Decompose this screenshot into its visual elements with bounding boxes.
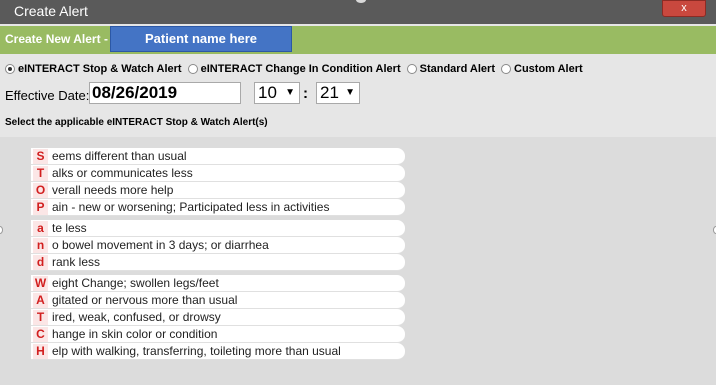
acronym-letter: T <box>33 165 48 181</box>
radio-label: eINTERACT Change In Condition Alert <box>200 63 401 75</box>
radio-unselected-icon[interactable] <box>501 64 511 74</box>
list-item[interactable]: d rank less <box>31 254 405 271</box>
list-item-text: te less <box>52 221 87 235</box>
acronym-letter: P <box>33 199 48 215</box>
patient-name-badge: Patient name here <box>110 26 292 52</box>
radio-label: eINTERACT Stop & Watch Alert <box>18 63 182 75</box>
list-item-text: ain - new or worsening; Participated les… <box>52 200 330 214</box>
window-title: Create Alert <box>14 3 88 19</box>
list-item-text: elp with walking, transferring, toiletin… <box>52 344 341 358</box>
close-button[interactable]: x <box>662 0 706 17</box>
list-item-text: eems different than usual <box>52 149 187 163</box>
radio-stop-and-watch[interactable]: eINTERACT Stop & Watch Alert <box>5 63 182 75</box>
chevron-down-icon: ▼ <box>285 87 295 98</box>
list-item[interactable]: Help with walking, transferring, toileti… <box>31 343 405 360</box>
list-item[interactable]: a te less <box>31 220 405 237</box>
minute-select[interactable]: 21 ▼ <box>316 82 360 104</box>
list-item-text: o bowel movement in 3 days; or diarrhea <box>52 238 269 252</box>
acronym-letter: O <box>33 182 48 198</box>
hour-select[interactable]: 10 ▼ <box>254 82 300 104</box>
list-item-text: alks or communicates less <box>52 166 193 180</box>
list-item[interactable]: Talks or communicates less <box>31 165 405 182</box>
list-item[interactable]: Tired, weak, confused, or drowsy <box>31 309 405 326</box>
list-item-text: gitated or nervous more than usual <box>52 293 238 307</box>
acronym-letter: S <box>33 148 48 164</box>
radio-unselected-icon[interactable] <box>406 64 417 74</box>
window-titlebar: Create Alert x <box>0 0 716 24</box>
acronym-letter: C <box>33 326 48 342</box>
radio-label: Standard Alert <box>419 63 495 75</box>
list-item-text: rank less <box>52 255 101 269</box>
chevron-down-icon: ▼ <box>345 87 355 98</box>
time-separator: : <box>303 85 308 102</box>
radio-unselected-icon[interactable] <box>187 64 198 74</box>
stop-and-watch-list: Seems different than usual Talks or comm… <box>31 148 405 360</box>
list-item[interactable]: Weight Change; swollen legs/feet <box>31 275 405 292</box>
acronym-letter: H <box>33 343 48 359</box>
list-item-text: hange in skin color or condition <box>52 327 218 341</box>
list-item-text: eight Change; swollen legs/feet <box>52 276 219 290</box>
list-item[interactable]: Pain - new or worsening; Participated le… <box>31 199 405 216</box>
hour-value: 10 <box>258 83 277 102</box>
list-item[interactable]: Seems different than usual <box>31 148 405 165</box>
acronym-letter: T <box>33 309 48 325</box>
radio-change-in-condition[interactable]: eINTERACT Change In Condition Alert <box>187 63 401 75</box>
create-new-alert-label: Create New Alert <box>5 32 101 46</box>
minute-value: 21 <box>320 83 339 102</box>
acronym-letter: a <box>33 220 48 236</box>
list-item[interactable]: Overall needs more help <box>31 182 405 199</box>
acronym-letter: A <box>33 292 48 308</box>
list-item[interactable]: Change in skin color or condition <box>31 326 405 343</box>
acronym-letter: n <box>33 237 48 253</box>
acronym-letter: d <box>33 254 48 270</box>
acronym-letter: W <box>33 275 48 291</box>
radio-label: Custom Alert <box>514 63 583 75</box>
effective-date-label: Effective Date: <box>5 88 90 103</box>
effective-date-input[interactable]: 08/26/2019 <box>89 82 241 104</box>
list-item-text: ired, weak, confused, or drowsy <box>52 310 221 324</box>
create-alert-header: Create New Alert - Patient name here <box>0 26 716 54</box>
radio-standard-alert[interactable]: Standard Alert <box>406 63 495 75</box>
alert-type-radio-group: eINTERACT Stop & Watch Alert eINTERACT C… <box>5 62 589 76</box>
list-item[interactable]: Agitated or nervous more than usual <box>31 292 405 309</box>
list-item[interactable]: n o bowel movement in 3 days; or diarrhea <box>31 237 405 254</box>
titlebar-notch <box>356 0 366 3</box>
radio-selected-icon[interactable] <box>5 64 15 74</box>
list-item-text: verall needs more help <box>52 183 174 197</box>
radio-custom-alert[interactable]: Custom Alert <box>501 63 583 75</box>
header-dash: - <box>104 32 108 46</box>
instruction-text: Select the applicable eINTERACT Stop & W… <box>5 117 268 128</box>
